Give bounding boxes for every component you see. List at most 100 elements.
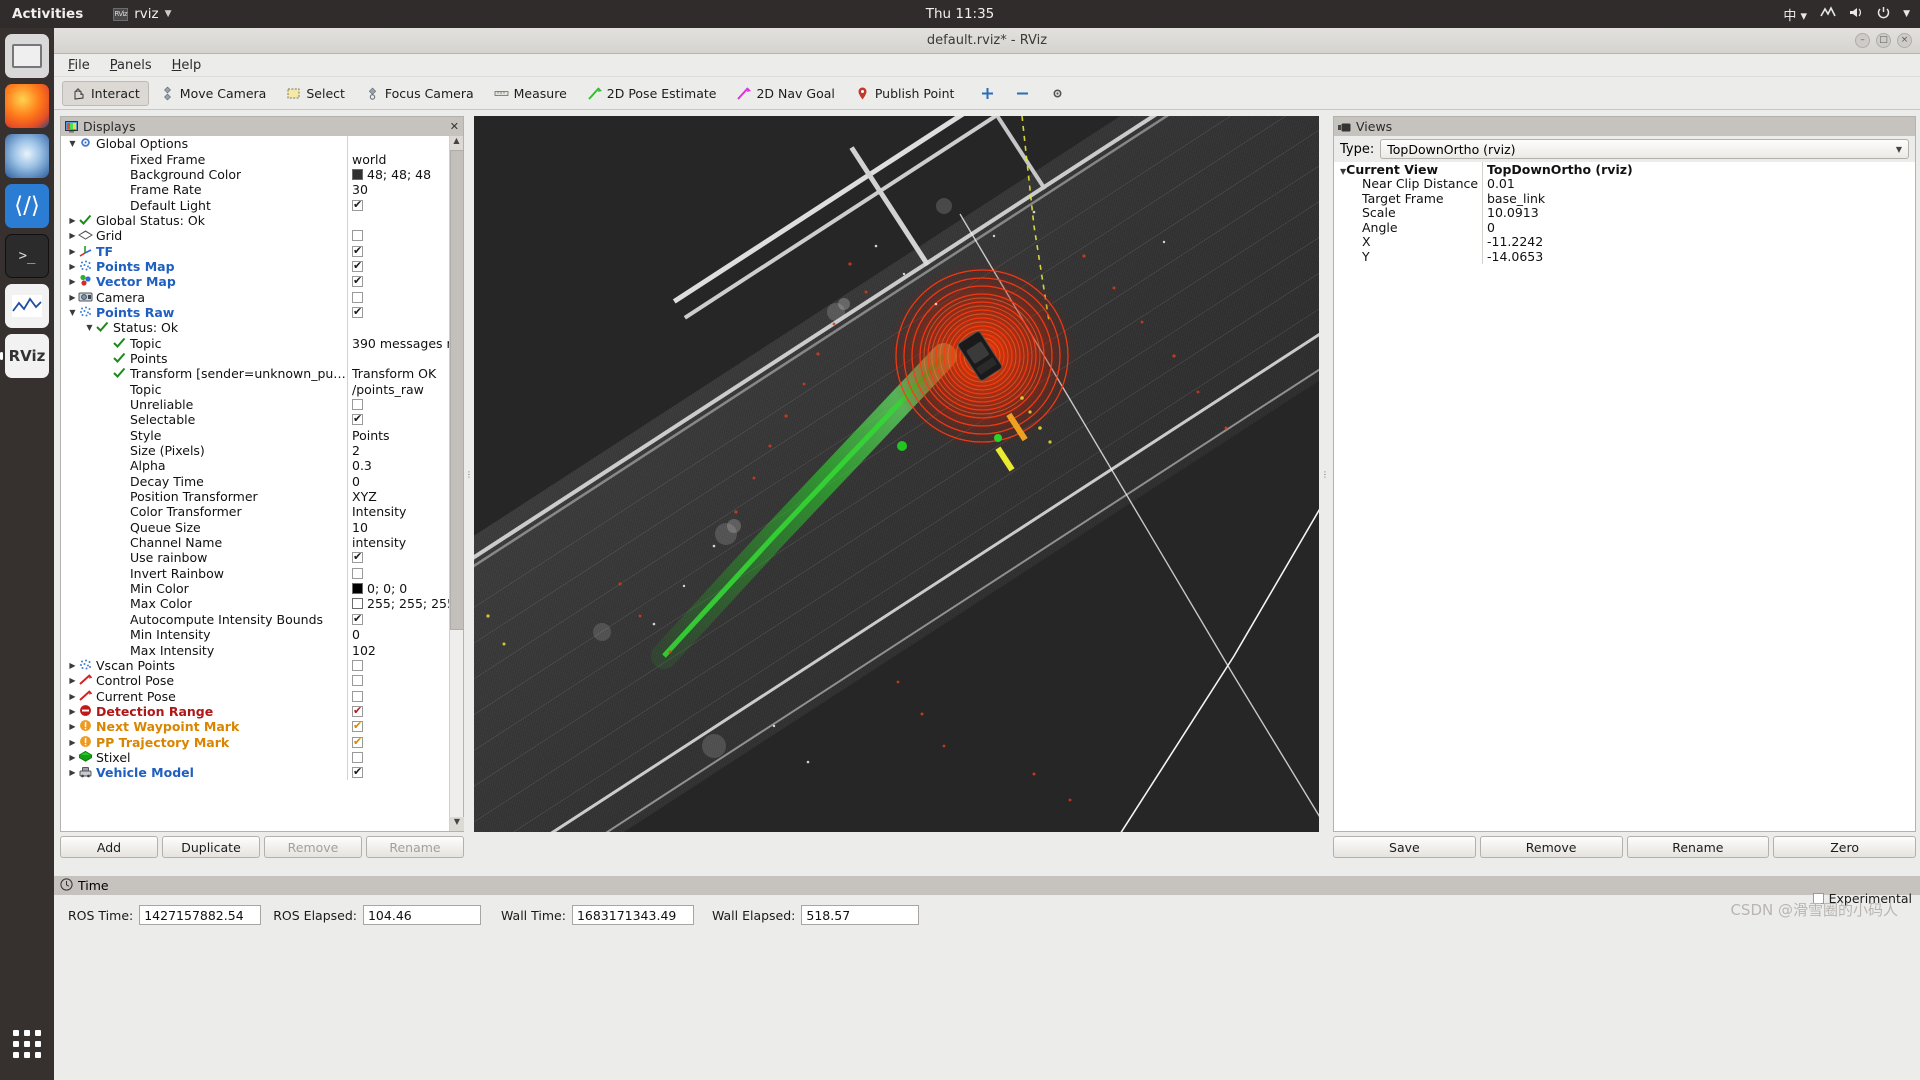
display-tree-value[interactable]: 0; 0; 0: [347, 580, 463, 597]
display-tree-row[interactable]: Invert Rainbow: [61, 565, 463, 581]
display-enabled-checkbox[interactable]: [352, 305, 363, 318]
wall-elapsed-input[interactable]: [801, 905, 920, 925]
app-menu[interactable]: RViz rviz ▼: [113, 6, 172, 22]
display-tree-value[interactable]: [347, 258, 463, 275]
display-tree-row[interactable]: Min Color 0; 0; 0: [61, 580, 463, 597]
display-tree-value[interactable]: [347, 611, 463, 627]
display-tree-row[interactable]: Camera: [61, 289, 463, 305]
display-tree-value[interactable]: 0: [347, 627, 463, 643]
display-enabled-checkbox[interactable]: [352, 550, 363, 564]
display-tree-value[interactable]: [347, 243, 463, 259]
display-tree-value[interactable]: [347, 412, 463, 428]
scrollbar-thumb[interactable]: [450, 150, 464, 630]
color-swatch[interactable]: [352, 168, 363, 180]
display-tree-value[interactable]: [347, 212, 463, 229]
display-tree-row[interactable]: Control Pose: [61, 673, 463, 689]
system-tray[interactable]: 中 ▾ ▼: [1783, 5, 1910, 24]
expand-arrow-closed-icon[interactable]: [67, 707, 78, 716]
display-tree-value[interactable]: Intensity: [347, 504, 463, 520]
display-tree-value[interactable]: [347, 304, 463, 321]
display-tree-value[interactable]: 255; 255; 255: [347, 596, 463, 612]
views-property-row[interactable]: Near Clip Distance 0.01: [1334, 176, 1915, 192]
power-icon[interactable]: [1877, 6, 1890, 23]
display-tree-row[interactable]: PP Trajectory Mark: [61, 734, 463, 750]
display-enabled-checkbox[interactable]: [352, 612, 363, 625]
views-property-value[interactable]: -14.0653: [1482, 248, 1915, 264]
chevron-down-icon[interactable]: ▼: [1903, 9, 1910, 19]
display-tree-row[interactable]: Color Transformer Intensity: [61, 504, 463, 520]
display-tree-value[interactable]: world: [347, 151, 463, 167]
display-tree-row[interactable]: Global Status: Ok: [61, 212, 463, 229]
display-enabled-checkbox[interactable]: [352, 259, 363, 272]
menu-help[interactable]: Help: [172, 58, 202, 73]
render-view-3d[interactable]: [474, 116, 1319, 832]
tool-select[interactable]: Select: [277, 81, 354, 106]
display-enabled-checkbox[interactable]: [352, 198, 363, 211]
display-tree-value[interactable]: Transform OK: [347, 366, 463, 382]
display-tree-value[interactable]: [347, 136, 463, 152]
expand-arrow-closed-icon[interactable]: [67, 768, 78, 777]
display-tree-row[interactable]: Max Intensity 102: [61, 642, 463, 658]
display-enabled-checkbox[interactable]: [352, 719, 363, 733]
display-tree-value[interactable]: Points: [347, 427, 463, 443]
maximize-icon[interactable]: □: [1876, 33, 1891, 48]
display-tree-row[interactable]: Fixed Frame world: [61, 151, 463, 167]
display-tree-row[interactable]: Background Color 48; 48; 48: [61, 166, 463, 183]
display-tree-row[interactable]: Grid: [61, 228, 463, 244]
menu-file[interactable]: File: [68, 58, 90, 73]
views-property-tree[interactable]: Current View TopDownOrtho (rviz)Near Clip…: [1334, 161, 1915, 831]
display-tree-row[interactable]: Queue Size 10: [61, 519, 463, 535]
activities-button[interactable]: Activities: [12, 6, 83, 22]
display-tree-value[interactable]: 30: [347, 182, 463, 198]
display-tree-row[interactable]: Next Waypoint Mark: [61, 719, 463, 735]
launcher-item-thunderbird[interactable]: [5, 134, 49, 178]
launcher-item-terminal[interactable]: >_: [5, 234, 49, 278]
network-icon[interactable]: [1820, 6, 1836, 22]
display-tree-value[interactable]: [347, 228, 463, 244]
rename-view-button[interactable]: Rename: [1626, 836, 1770, 858]
expand-arrow-closed-icon[interactable]: [67, 247, 78, 256]
add-display-button[interactable]: Add: [60, 836, 158, 858]
tool-2d-nav-goal[interactable]: 2D Nav Goal: [727, 81, 843, 106]
views-property-value[interactable]: TopDownOrtho (rviz): [1482, 161, 1915, 177]
views-property-value[interactable]: base_link: [1482, 190, 1915, 206]
display-tree-row[interactable]: Default Light: [61, 197, 463, 213]
minimize-icon[interactable]: –: [1855, 33, 1870, 48]
display-tree-value[interactable]: [347, 703, 463, 720]
tool-add[interactable]: [971, 81, 1004, 106]
launcher-item-rviz[interactable]: RViz: [0, 334, 49, 378]
display-tree-row[interactable]: Vehicle Model: [61, 765, 463, 781]
launcher-item-rqt[interactable]: [5, 284, 49, 328]
display-tree-row[interactable]: Topic 390 messages re...: [61, 335, 463, 351]
expand-arrow-open-icon[interactable]: [67, 139, 78, 148]
launcher-item-firefox[interactable]: [5, 84, 49, 128]
display-tree-value[interactable]: [347, 565, 463, 581]
display-tree-value[interactable]: [347, 749, 463, 766]
views-property-row[interactable]: Y -14.0653: [1334, 248, 1915, 264]
displays-buttons[interactable]: Add Duplicate Remove Rename: [60, 836, 464, 858]
display-tree-row[interactable]: Position Transformer XYZ: [61, 488, 463, 505]
display-tree-value[interactable]: intensity: [347, 534, 463, 551]
volume-icon[interactable]: [1849, 6, 1864, 23]
display-tree-row[interactable]: Size (Pixels) 2: [61, 442, 463, 459]
color-swatch[interactable]: [352, 598, 363, 610]
display-tree-value[interactable]: 48; 48; 48: [347, 166, 463, 183]
display-tree-row[interactable]: Detection Range: [61, 703, 463, 720]
display-enabled-checkbox[interactable]: [352, 567, 363, 579]
display-tree-value[interactable]: [347, 350, 463, 367]
display-tree-value[interactable]: [347, 719, 463, 735]
launcher-item-vscode[interactable]: ⟨/⟩: [5, 184, 49, 228]
display-tree-row[interactable]: Channel Name intensity: [61, 534, 463, 551]
right-splitter-handle[interactable]: ⋮: [1320, 116, 1330, 832]
show-applications-button[interactable]: [5, 1022, 49, 1066]
save-view-button[interactable]: Save: [1333, 836, 1476, 858]
expand-arrow-open-icon[interactable]: [67, 308, 78, 317]
display-tree-value[interactable]: [347, 550, 463, 566]
display-tree-row[interactable]: Transform [sender=unknown_publ... Transfo…: [61, 366, 463, 382]
ros-time-input[interactable]: [139, 905, 262, 925]
display-tree-value[interactable]: 10: [347, 519, 463, 535]
display-tree-row[interactable]: Autocompute Intensity Bounds: [61, 611, 463, 627]
display-enabled-checkbox[interactable]: [352, 274, 363, 288]
expand-arrow-closed-icon[interactable]: [67, 661, 78, 670]
tool-properties[interactable]: [1041, 81, 1074, 106]
